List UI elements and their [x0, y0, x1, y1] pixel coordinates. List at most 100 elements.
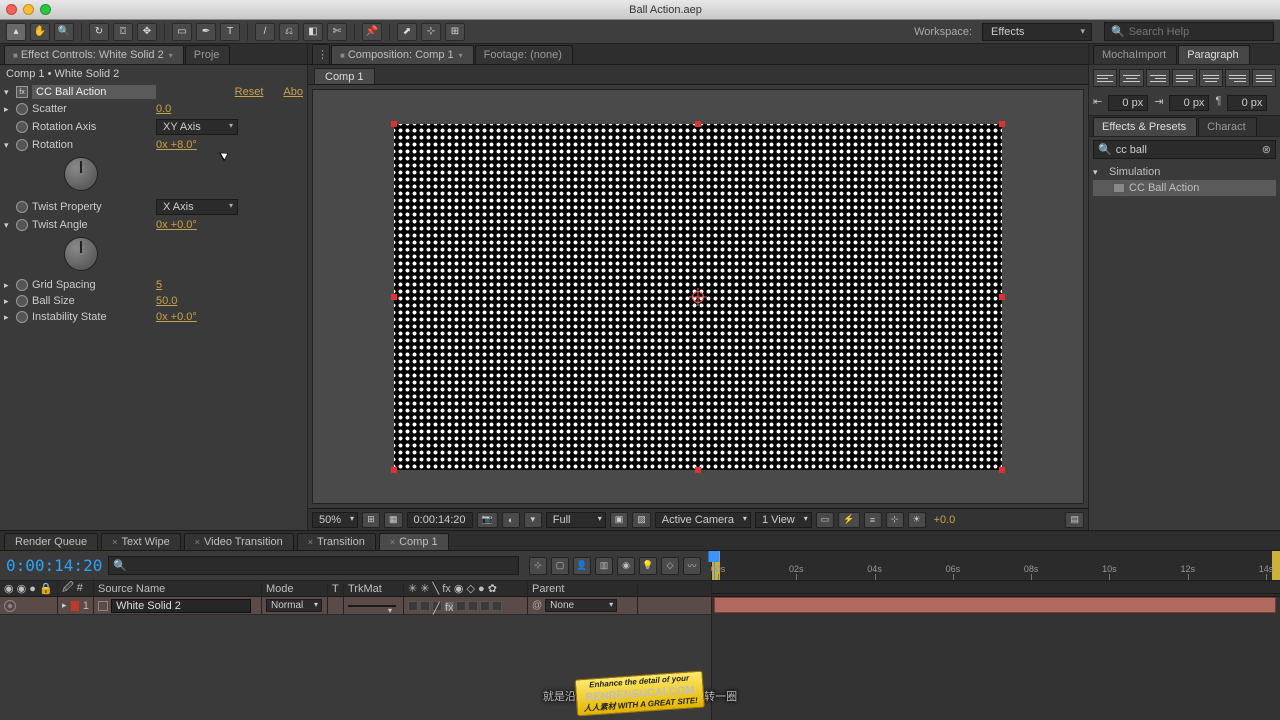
rect-tool[interactable]: ▭: [172, 23, 192, 41]
brush-tool[interactable]: /: [255, 23, 275, 41]
grid-toggle-icon[interactable]: ⊞: [362, 512, 380, 528]
draft3d-icon[interactable]: ▢: [551, 557, 569, 575]
twirl-icon[interactable]: ▾: [4, 87, 14, 98]
twist-property-dropdown[interactable]: X Axis: [156, 199, 238, 215]
anchor-point-icon[interactable]: [692, 291, 704, 303]
justify-right-button[interactable]: [1225, 69, 1249, 87]
camera-tool[interactable]: ⌼: [113, 23, 133, 41]
selection-handle[interactable]: [999, 467, 1005, 473]
effect-preset-item[interactable]: CC Ball Action: [1093, 180, 1276, 196]
close-icon[interactable]: ×: [112, 537, 117, 547]
tab-mochaimport[interactable]: MochaImport: [1093, 45, 1177, 64]
workspace-dropdown[interactable]: Effects: [982, 23, 1092, 41]
local-axis-icon[interactable]: ⬈: [397, 23, 417, 41]
selection-handle[interactable]: [999, 121, 1005, 127]
timeline-tab[interactable]: ×Text Wipe: [101, 533, 181, 550]
brainstorm-icon[interactable]: 💡: [639, 557, 657, 575]
eraser-tool[interactable]: ◧: [303, 23, 323, 41]
close-icon[interactable]: ×: [390, 537, 395, 547]
chevron-down-icon[interactable]: ▾: [169, 51, 173, 60]
snapshot-icon[interactable]: 📷: [477, 512, 498, 528]
comp-mini-flowchart-icon[interactable]: ⊹: [529, 557, 547, 575]
timeline-tab[interactable]: Render Queue: [4, 533, 98, 550]
window-minimize-button[interactable]: [23, 4, 34, 15]
clear-search-icon[interactable]: ⊗: [1262, 143, 1271, 156]
puppet-tool[interactable]: 📌: [362, 23, 382, 41]
stopwatch-icon[interactable]: [16, 219, 28, 231]
align-left-button[interactable]: [1093, 69, 1117, 87]
timeline-tab[interactable]: ×Video Transition: [184, 533, 294, 550]
prop-twist-angle-value[interactable]: 0x +0.0°: [156, 219, 303, 231]
color-mgmt-icon[interactable]: ▾: [524, 512, 542, 528]
twirl-icon[interactable]: ▾: [4, 220, 14, 231]
selection-handle[interactable]: [695, 467, 701, 473]
selection-handle[interactable]: [999, 294, 1005, 300]
selection-handle[interactable]: [695, 121, 701, 127]
rotation-axis-dropdown[interactable]: XY Axis: [156, 119, 238, 135]
show-channel-icon[interactable]: ◐: [502, 512, 520, 528]
layer-color-label[interactable]: [71, 601, 78, 611]
indent-left-value[interactable]: 0 px: [1108, 95, 1148, 111]
prop-rotation-value[interactable]: 0x +8.0°: [156, 139, 303, 151]
timeline-tab[interactable]: ×Transition: [297, 533, 376, 550]
trkmat-dropdown[interactable]: [348, 605, 396, 607]
current-time-display[interactable]: 0:00:14:20: [407, 512, 473, 528]
tab-character[interactable]: Charact: [1198, 117, 1257, 136]
chevron-down-icon[interactable]: ▾: [459, 51, 463, 60]
roto-tool[interactable]: ✄: [327, 23, 347, 41]
stopwatch-icon[interactable]: [16, 311, 28, 323]
stopwatch-icon[interactable]: [16, 139, 28, 151]
timeline-timecode[interactable]: 0:00:14:20: [6, 556, 102, 575]
effects-category[interactable]: ▾Simulation: [1093, 164, 1276, 180]
zoom-tool[interactable]: 🔍: [54, 23, 74, 41]
pen-tool[interactable]: ✒: [196, 23, 216, 41]
effects-search-input[interactable]: [1116, 144, 1258, 156]
motion-blur-icon[interactable]: ◉: [617, 557, 635, 575]
hand-tool[interactable]: ✋: [30, 23, 50, 41]
layer-duration-bar[interactable]: [714, 597, 1276, 613]
prop-scatter-value[interactable]: 0.0: [156, 103, 303, 115]
tab-paragraph[interactable]: Paragraph: [1178, 45, 1249, 64]
prop-ball-size-value[interactable]: 50.0: [156, 295, 303, 307]
zoom-dropdown[interactable]: 50%: [312, 512, 358, 528]
comp-flowchart-icon[interactable]: ⊹: [886, 512, 904, 528]
comp-nav-tab[interactable]: Comp 1: [314, 68, 375, 84]
justify-left-button[interactable]: [1172, 69, 1196, 87]
time-ruler[interactable]: 00s02s04s06s08s10s12s14s: [712, 551, 1280, 581]
pan-behind-tool[interactable]: ✥: [137, 23, 157, 41]
rotation-tool[interactable]: ↻: [89, 23, 109, 41]
prop-instability-value[interactable]: 0x +0.0°: [156, 311, 303, 323]
search-help-input[interactable]: [1129, 26, 1267, 38]
justify-all-button[interactable]: [1252, 69, 1276, 87]
prop-grid-spacing-value[interactable]: 5: [156, 279, 303, 291]
align-center-button[interactable]: [1119, 69, 1143, 87]
transparency-grid-icon[interactable]: ▨: [632, 512, 651, 528]
parent-dropdown[interactable]: None: [545, 599, 617, 612]
timeline-icon[interactable]: ≡: [864, 512, 882, 528]
about-link[interactable]: Abo: [283, 86, 303, 98]
selection-handle[interactable]: [391, 294, 397, 300]
stopwatch-icon[interactable]: [16, 103, 28, 115]
indent-right-value[interactable]: 0 px: [1169, 95, 1209, 111]
twirl-icon[interactable]: ▸: [4, 280, 14, 291]
tab-composition[interactable]: ■Composition: Comp 1▾: [331, 45, 474, 64]
twirl-icon[interactable]: ▸: [4, 104, 14, 115]
views-dropdown[interactable]: 1 View: [755, 512, 812, 528]
resolution-dropdown[interactable]: Full: [546, 512, 606, 528]
layer-row[interactable]: ▸1 White Solid 2 Normal ╱fx @None: [0, 597, 711, 615]
fx-enable-checkbox[interactable]: [16, 86, 28, 98]
pickwhip-icon[interactable]: @: [532, 600, 542, 611]
roi-icon[interactable]: ▣: [610, 512, 629, 528]
visibility-toggle[interactable]: [4, 600, 16, 612]
close-icon[interactable]: ×: [308, 537, 313, 547]
layer-name[interactable]: White Solid 2: [111, 599, 251, 613]
tab-footage[interactable]: Footage: (none): [475, 45, 573, 64]
pixel-aspect-icon[interactable]: ▭: [816, 512, 835, 528]
blend-mode-dropdown[interactable]: Normal: [266, 599, 322, 612]
tab-effects-presets[interactable]: Effects & Presets: [1093, 117, 1197, 136]
effect-name[interactable]: CC Ball Action: [32, 85, 156, 99]
selection-handle[interactable]: [391, 121, 397, 127]
mode-column-header[interactable]: Mode: [262, 583, 328, 595]
exposure-value[interactable]: +0.0: [930, 514, 960, 526]
name-column-header[interactable]: Source Name: [94, 583, 262, 595]
